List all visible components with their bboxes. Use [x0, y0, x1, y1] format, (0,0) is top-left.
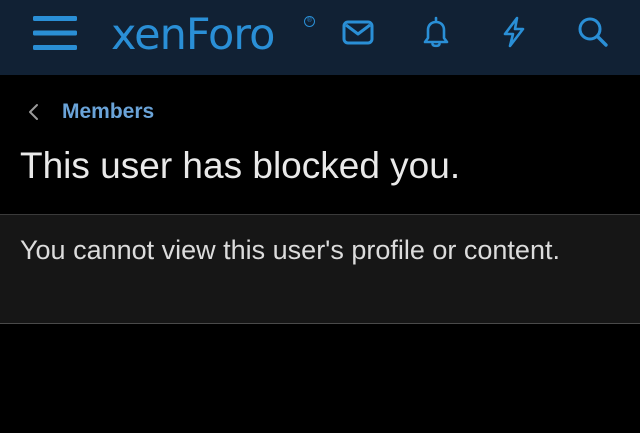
- inbox-icon[interactable]: [341, 15, 375, 49]
- breadcrumb: Members: [26, 97, 154, 127]
- registered-mark: ®: [304, 16, 315, 27]
- chevron-left-icon[interactable]: [26, 101, 42, 123]
- top-navigation-bar: xenForo ®: [0, 0, 640, 75]
- search-icon[interactable]: [576, 15, 610, 49]
- menu-icon[interactable]: [33, 14, 77, 52]
- page-title: This user has blocked you.: [20, 145, 461, 186]
- site-logo[interactable]: xenForo: [111, 11, 275, 59]
- blocked-message-text: You cannot view this user's profile or c…: [20, 235, 560, 265]
- lightning-icon[interactable]: [497, 15, 531, 49]
- breadcrumb-members-link[interactable]: Members: [62, 100, 154, 124]
- bell-icon[interactable]: [419, 15, 453, 49]
- blocked-message-block: You cannot view this user's profile or c…: [0, 214, 640, 324]
